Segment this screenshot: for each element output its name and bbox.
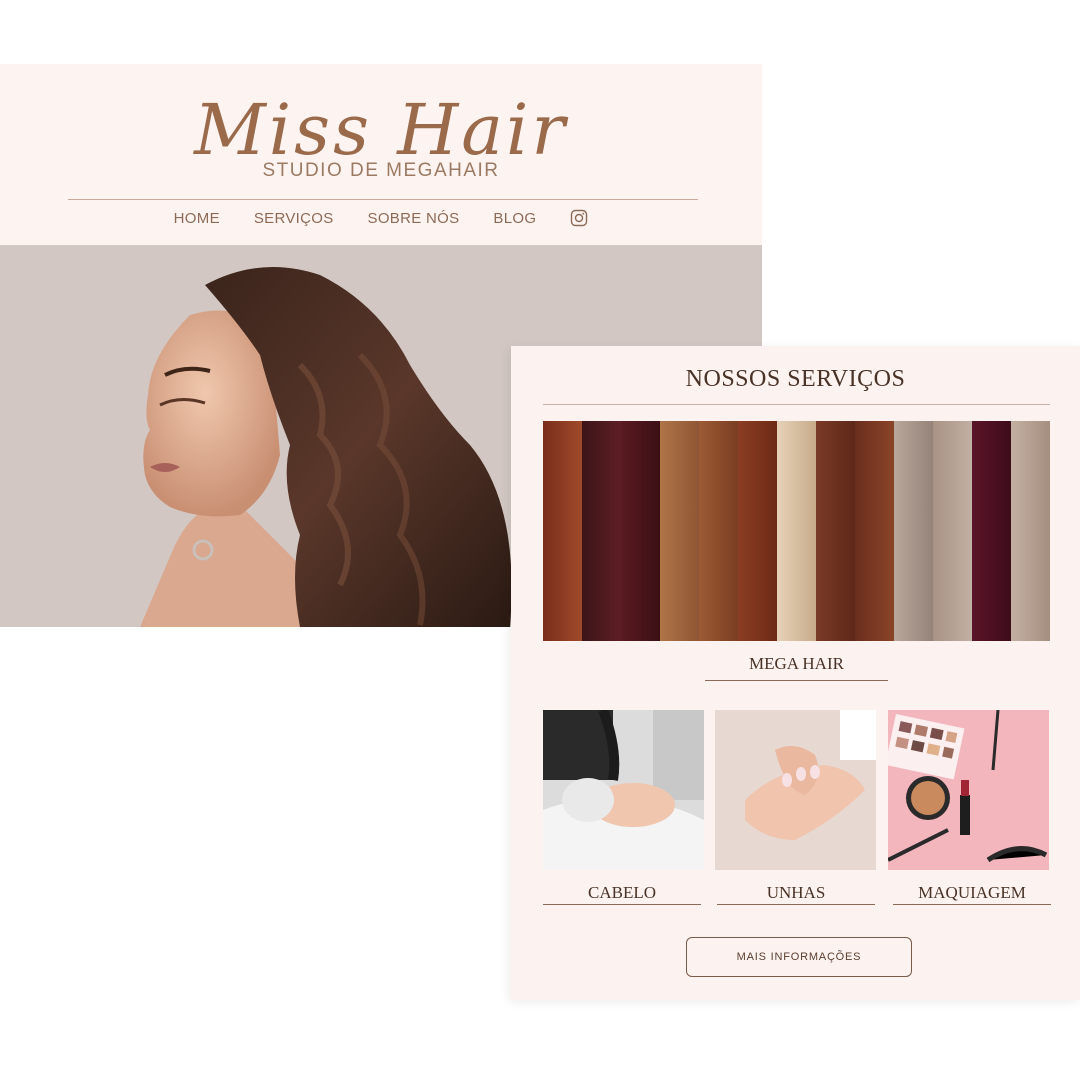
instagram-icon[interactable] <box>570 209 588 227</box>
nav-sobre-nos[interactable]: SOBRE NÓS <box>368 210 460 227</box>
cabelo-image[interactable] <box>543 710 704 870</box>
main-nav: HOME SERVIÇOS SOBRE NÓS BLOG <box>0 206 762 230</box>
services-title: NOSSOS SERVIÇOS <box>685 366 906 392</box>
mega-hair-label[interactable]: MEGA HAIR <box>705 654 888 674</box>
header-divider <box>68 199 698 200</box>
brand-tagline: STUDIO DE MEGAHAIR <box>262 160 500 181</box>
unhas-image[interactable] <box>715 710 876 870</box>
mais-informacoes-button[interactable]: MAIS INFORMAÇÕES <box>686 937 912 977</box>
unhas-label[interactable]: UNHAS <box>717 883 875 903</box>
cabelo-label[interactable]: CABELO <box>543 883 701 903</box>
services-mockup: NOSSOS SERVIÇOS MEGA HAIR CABELO UNHAS M… <box>511 346 1080 1000</box>
nav-servicos[interactable]: SERVIÇOS <box>254 210 334 227</box>
brand-logo[interactable]: Miss Hair STUDIO DE MEGAHAIR <box>0 84 762 184</box>
cabelo-underline <box>543 904 701 905</box>
maquiagem-label[interactable]: MAQUIAGEM <box>893 883 1051 903</box>
maquiagem-underline <box>893 904 1051 905</box>
services-title-divider <box>543 404 1050 405</box>
maquiagem-image[interactable] <box>888 710 1049 870</box>
mega-hair-image[interactable] <box>543 421 1050 641</box>
nav-home[interactable]: HOME <box>174 210 220 227</box>
unhas-underline <box>717 904 875 905</box>
nav-blog[interactable]: BLOG <box>493 210 536 227</box>
mega-hair-underline <box>705 680 888 681</box>
